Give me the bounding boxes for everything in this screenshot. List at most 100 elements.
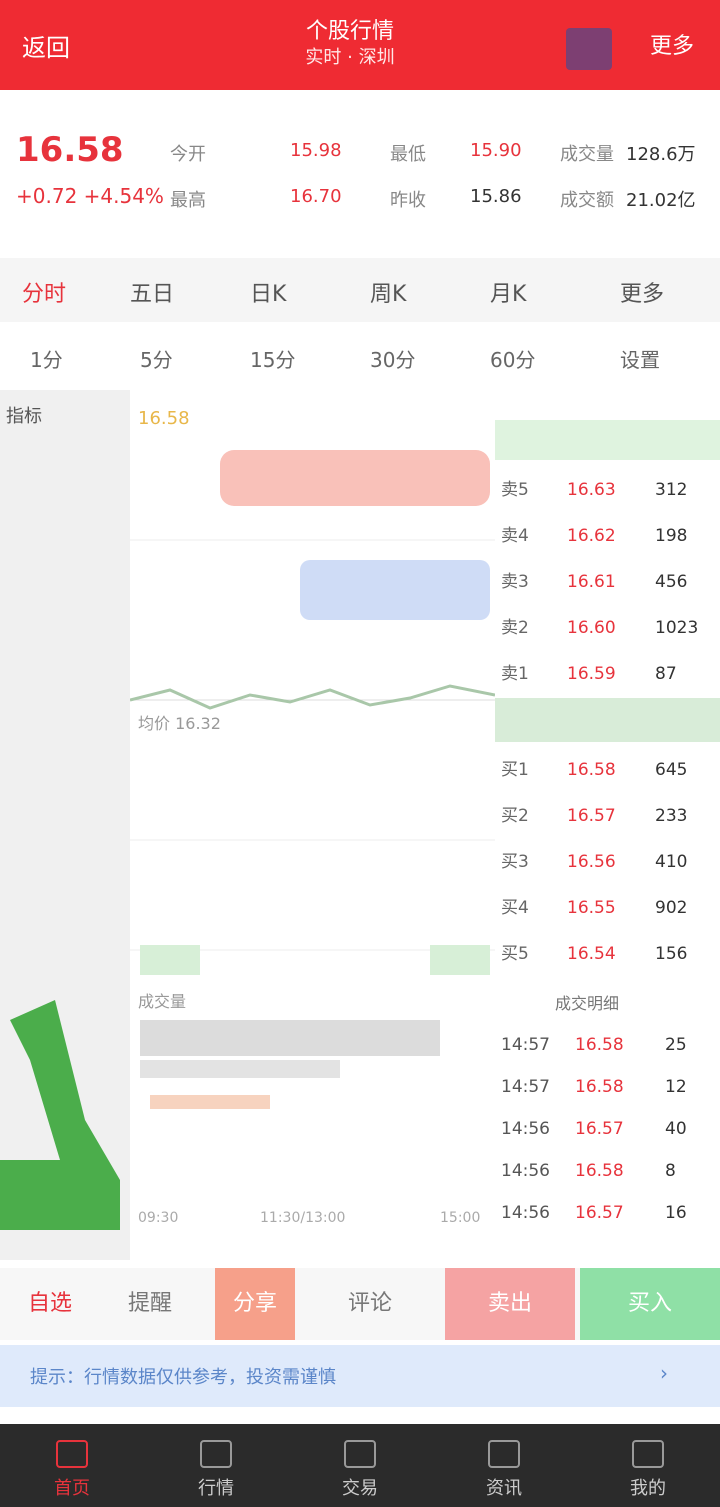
- nav-trade[interactable]: 交易: [288, 1424, 432, 1507]
- alert-button[interactable]: 提醒: [100, 1268, 200, 1340]
- level-price: 16.56: [567, 852, 616, 872]
- buy-button[interactable]: 买入: [580, 1268, 720, 1340]
- order-book: 卖5 16.63 312 卖4 16.62 198 卖3 16.61 456 卖…: [495, 420, 720, 1260]
- tick-row: 14:56 16.57 40: [495, 1109, 720, 1149]
- tick-price: 16.57: [575, 1203, 624, 1223]
- period-15m[interactable]: 15分: [250, 344, 295, 373]
- time-end: 15:00: [440, 1210, 481, 1226]
- tab-more[interactable]: 更多: [620, 276, 664, 308]
- time-start: 09:30: [138, 1210, 179, 1226]
- period-5m[interactable]: 5分: [140, 344, 173, 373]
- avatar[interactable]: [566, 28, 612, 70]
- price-band-high: [220, 450, 490, 506]
- nav-profile[interactable]: 我的: [576, 1424, 720, 1507]
- tick-time: 14:56: [501, 1161, 550, 1181]
- trade-icon: [344, 1440, 376, 1468]
- action-bar: 自选 提醒 分享 评论 卖出 买入: [0, 1268, 720, 1340]
- chart-icon: [200, 1440, 232, 1468]
- ticks-header: 成交明细: [555, 994, 620, 1013]
- order-book-row[interactable]: 买4 16.55 902: [495, 888, 720, 928]
- sell-button[interactable]: 卖出: [445, 1268, 575, 1340]
- period-1m[interactable]: 1分: [30, 344, 63, 373]
- period-tabs: 1分 5分 15分 30分 60分 设置: [0, 330, 720, 386]
- more-menu-button[interactable]: 更多: [642, 28, 702, 62]
- nav-label: 我的: [630, 1478, 666, 1499]
- level-volume: 902: [655, 898, 688, 918]
- chevron-right-icon[interactable]: ›: [660, 1361, 668, 1385]
- level-name: 买2: [501, 806, 529, 826]
- field-label: 成交额: [560, 190, 614, 211]
- intraday-chart[interactable]: 16.58 均价 16.32 成交量 09:30 11:30/13:00 15:…: [130, 390, 495, 1260]
- level-volume: 156: [655, 944, 688, 964]
- order-book-row[interactable]: 卖4 16.62 198: [495, 516, 720, 556]
- user-icon: [632, 1440, 664, 1468]
- level-volume: 1023: [655, 618, 699, 638]
- chart-avg-label: 均价 16.32: [138, 714, 221, 733]
- order-book-row[interactable]: 卖3 16.61 456: [495, 562, 720, 602]
- field-label: 最低: [390, 144, 426, 165]
- share-button[interactable]: 分享: [215, 1268, 295, 1340]
- field-label: 成交量: [560, 144, 614, 165]
- app-header: 返回 个股行情 实时 · 深圳 更多: [0, 0, 720, 90]
- mini-trend-chart: [0, 1000, 120, 1230]
- level-volume: 87: [655, 664, 677, 684]
- level-price: 16.61: [567, 572, 616, 592]
- price-change: +0.72 +4.54%: [16, 184, 164, 208]
- order-book-row[interactable]: 买3 16.56 410: [495, 842, 720, 882]
- chart-volume-label: 成交量: [138, 992, 187, 1011]
- add-watchlist-button[interactable]: 自选: [0, 1268, 100, 1340]
- last-price: 16.58: [16, 130, 124, 170]
- level-name: 买4: [501, 898, 529, 918]
- chart-bg: [130, 390, 495, 1260]
- chart-price-label: 16.58: [138, 408, 190, 429]
- nav-label: 交易: [342, 1478, 378, 1499]
- tab-intraday[interactable]: 分时: [22, 276, 66, 308]
- period-settings[interactable]: 设置: [620, 344, 660, 373]
- field-value: 15.86: [470, 186, 522, 207]
- back-button[interactable]: 返回: [22, 28, 82, 62]
- level-name: 买5: [501, 944, 529, 964]
- tick-time: 14:56: [501, 1203, 550, 1223]
- field-label: 今开: [170, 144, 206, 165]
- price-band-avg: [300, 560, 490, 620]
- tick-volume: 40: [665, 1119, 687, 1139]
- nav-news[interactable]: 资讯: [432, 1424, 576, 1507]
- tab-monthly-k[interactable]: 月K: [490, 276, 526, 308]
- level-volume: 198: [655, 526, 688, 546]
- order-book-row[interactable]: 买5 16.54 156: [495, 934, 720, 974]
- level-price: 16.59: [567, 664, 616, 684]
- level-name: 卖2: [501, 618, 529, 638]
- level-name: 卖1: [501, 664, 529, 684]
- tab-weekly-k[interactable]: 周K: [370, 276, 406, 308]
- volume-bar: [150, 1095, 270, 1109]
- tick-volume: 8: [665, 1161, 676, 1181]
- order-book-row[interactable]: 买1 16.58 645: [495, 750, 720, 790]
- volume-marker: [430, 945, 490, 975]
- field-value: 21.02亿: [626, 190, 696, 211]
- comment-button[interactable]: 评论: [300, 1268, 440, 1340]
- tab-daily-k[interactable]: 日K: [250, 276, 286, 308]
- nav-home[interactable]: 首页: [0, 1424, 144, 1507]
- notice-bar[interactable]: 提示：行情数据仅供参考，投资需谨慎 ›: [0, 1345, 720, 1407]
- time-mid: 11:30/13:00: [260, 1210, 346, 1226]
- level-volume: 312: [655, 480, 688, 500]
- order-book-row[interactable]: 买2 16.57 233: [495, 796, 720, 836]
- level-volume: 645: [655, 760, 688, 780]
- tick-row: 14:57 16.58 25: [495, 1025, 720, 1065]
- order-book-row[interactable]: 卖2 16.60 1023: [495, 608, 720, 648]
- tick-price: 16.58: [575, 1161, 624, 1181]
- order-book-row[interactable]: 卖1 16.59 87: [495, 654, 720, 694]
- volume-bar: [140, 1060, 340, 1078]
- nav-market[interactable]: 行情: [144, 1424, 288, 1507]
- period-60m[interactable]: 60分: [490, 344, 535, 373]
- spread-divider: [495, 698, 720, 742]
- header-title-block: 个股行情 实时 · 深圳: [180, 18, 520, 74]
- level-price: 16.58: [567, 760, 616, 780]
- level-price: 16.57: [567, 806, 616, 826]
- period-30m[interactable]: 30分: [370, 344, 415, 373]
- tab-five-day[interactable]: 五日: [130, 276, 174, 308]
- indicator-label[interactable]: 指标: [6, 402, 42, 428]
- field-value: 128.6万: [626, 144, 696, 165]
- order-book-row[interactable]: 卖5 16.63 312: [495, 470, 720, 510]
- field-value: 15.90: [470, 140, 522, 161]
